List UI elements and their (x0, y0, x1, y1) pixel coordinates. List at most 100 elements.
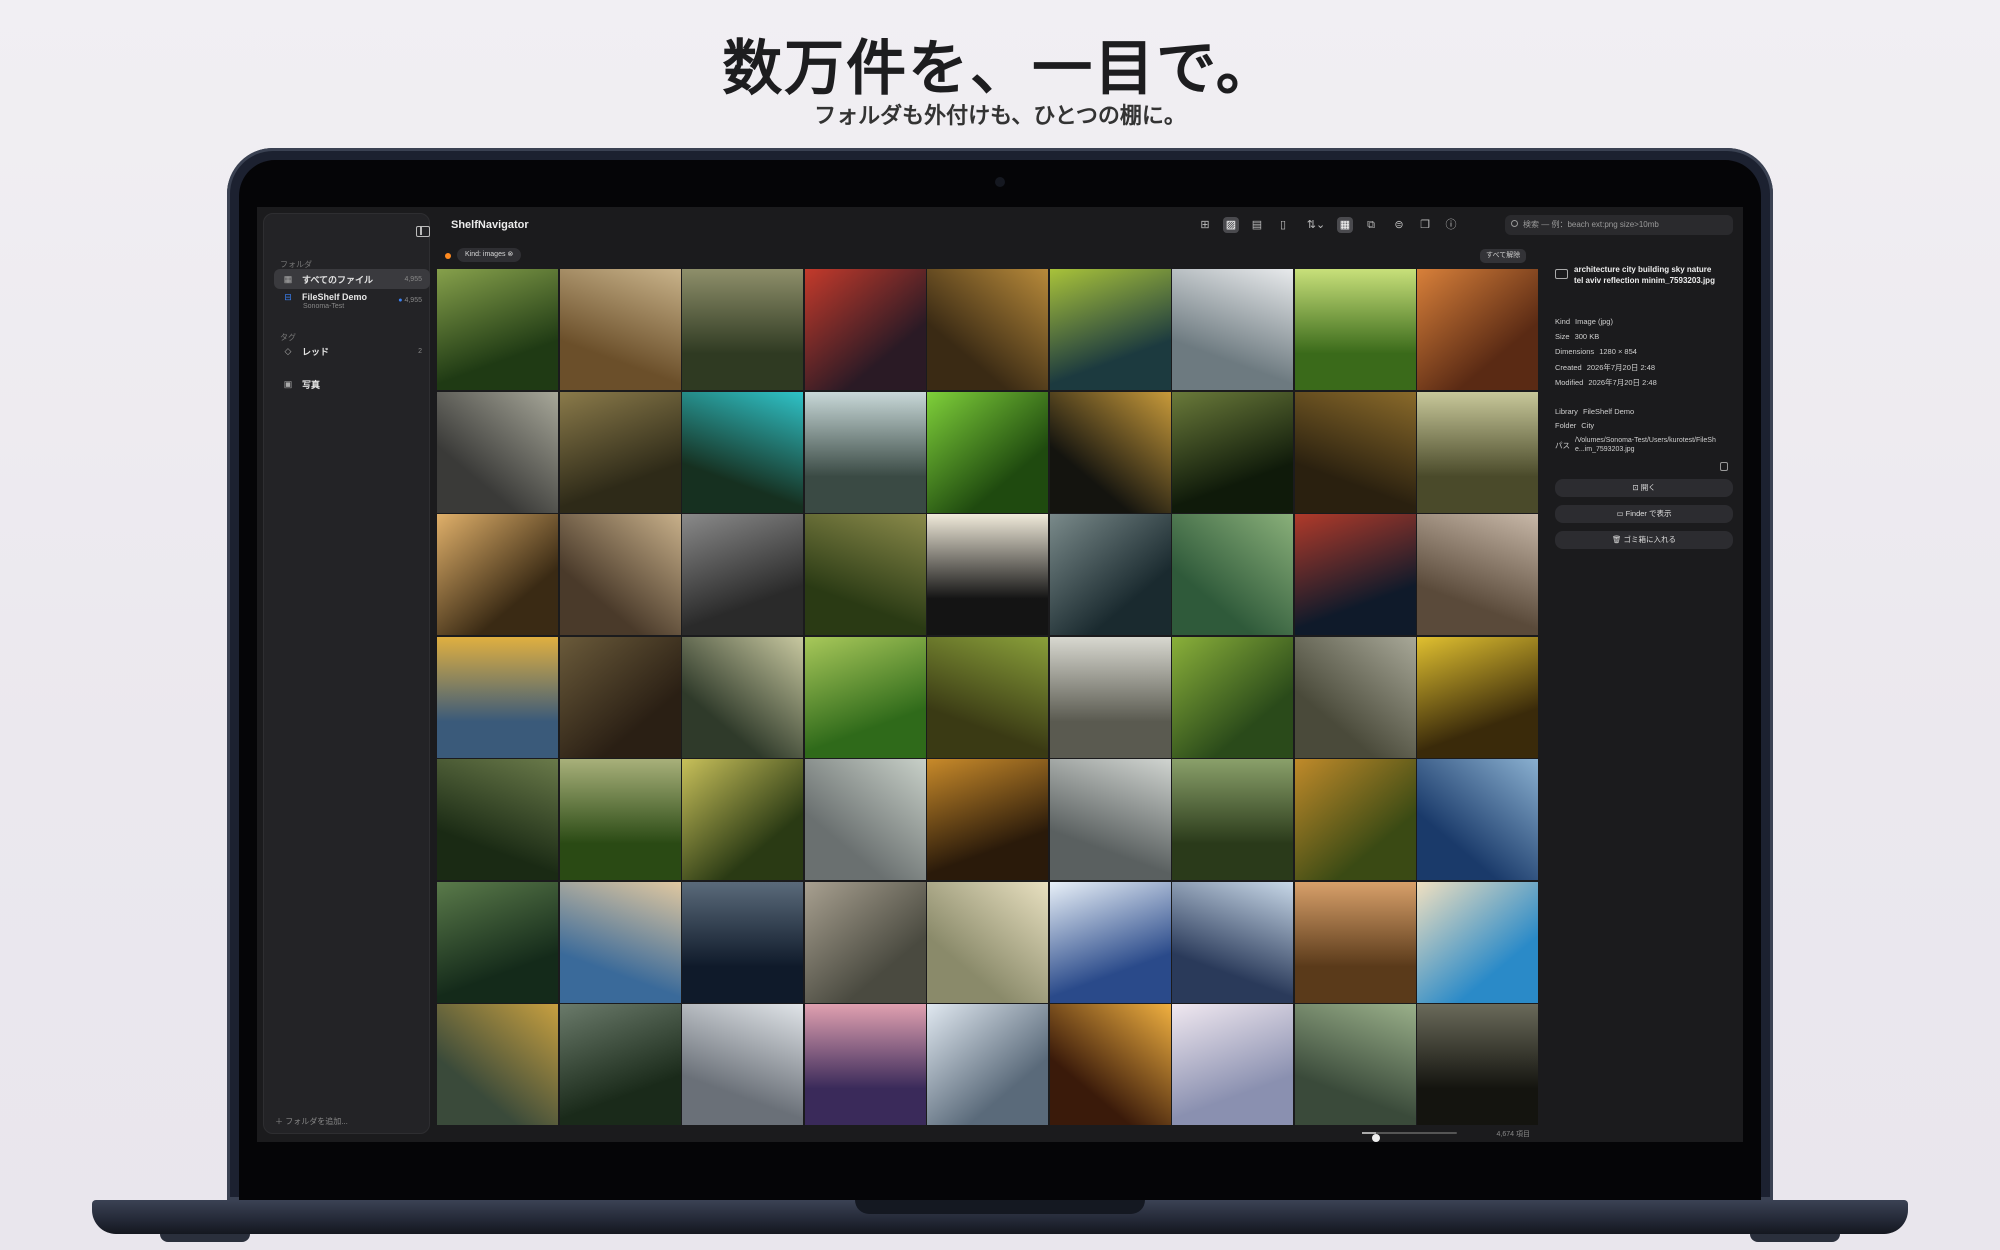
thumbnail-tile[interactable] (437, 391, 558, 513)
thumbnail-tile[interactable] (559, 269, 681, 390)
thumbnail-tile[interactable] (927, 881, 1048, 1003)
thumbnail-tile[interactable] (1049, 514, 1171, 635)
thumbnail-tile[interactable] (804, 881, 926, 1003)
thumbnail-tile[interactable] (559, 759, 681, 880)
thumbnail-tile[interactable] (804, 391, 926, 513)
thumbnail-tile[interactable] (1417, 269, 1538, 390)
thumbnail-tile[interactable] (927, 1004, 1048, 1125)
thumbnail-tile[interactable] (682, 269, 803, 390)
filmstrip-view-icon[interactable]: ▤ (1249, 217, 1265, 233)
thumbnail-tile[interactable] (437, 636, 558, 758)
inspector-modified: Modified 2026年7月20日 2:48 (1555, 378, 1657, 387)
thumbnail-tile[interactable] (1417, 759, 1538, 880)
sidebar-item-photos[interactable]: ▣ 写真 (274, 374, 430, 394)
thumbnail-tile[interactable] (437, 759, 558, 880)
sidebar-item-count: 2 (418, 347, 422, 355)
document-view-icon[interactable]: ▯ (1275, 217, 1291, 233)
thumbnail-tile[interactable] (682, 759, 803, 880)
thumbnail-tile[interactable] (1417, 1004, 1538, 1125)
thumbnail-tile[interactable] (437, 514, 558, 635)
thumbnail-tile[interactable] (804, 514, 926, 635)
thumbnail-tile[interactable] (804, 636, 926, 758)
thumbnail-tile[interactable] (1172, 269, 1293, 390)
thumbnail-tile[interactable] (804, 1004, 926, 1125)
open-button[interactable]: ⊡ 開く (1555, 479, 1733, 497)
inspector-kind: Kind Image (jpg) (1555, 317, 1613, 326)
thumbnail-tile[interactable] (1172, 391, 1293, 513)
zoom-slider-knob[interactable] (1372, 1134, 1381, 1142)
sidebar-item-tag-red[interactable]: ◇ レッド 2 (274, 341, 430, 361)
filter-chip-kind[interactable]: Kind: images ⊗ (457, 248, 522, 262)
thumbnail-tile[interactable] (682, 391, 803, 513)
thumbnail-tile[interactable] (1172, 514, 1293, 635)
thumbnail-tile[interactable] (1417, 391, 1538, 513)
thumbnail-tile[interactable] (804, 759, 926, 880)
thumbnail-tile[interactable] (437, 1004, 558, 1125)
hero-subtitle: フォルダも外付けも、ひとつの棚に。 (814, 104, 1186, 129)
add-folder-button[interactable]: ＋ フォルダを追加... (275, 1116, 348, 1127)
thumbnail-grid-icon[interactable]: ▦ (1337, 217, 1353, 233)
sidebar-item-fileshelf-demo[interactable]: ⊟ FileShelf Demo Sonoma-Test ● 4,955 (274, 289, 430, 317)
thumbnail-tile[interactable] (804, 269, 926, 390)
info-icon[interactable]: ⓘ (1443, 217, 1459, 233)
thumbnail-tile[interactable] (1294, 636, 1416, 758)
folder-icon: ▭ (1616, 509, 1626, 518)
thumbnail-tile[interactable] (1294, 881, 1416, 1003)
move-to-trash-button[interactable]: 🗑 ゴミ箱に入れる (1555, 531, 1733, 549)
thumbnail-tile[interactable] (1417, 636, 1538, 758)
thumbnail-tile[interactable] (1049, 881, 1171, 1003)
thumbnail-tile[interactable] (1049, 269, 1171, 390)
thumbnail-tile[interactable] (1294, 514, 1416, 635)
thumbnail-tile[interactable] (1294, 1004, 1416, 1125)
show-in-finder-button[interactable]: ▭ Finder で表示 (1555, 505, 1733, 523)
image-view-icon[interactable]: ▨ (1223, 217, 1239, 233)
thumbnail-tile[interactable] (927, 269, 1048, 390)
thumbnail-tile[interactable] (927, 636, 1048, 758)
thumbnail-tile[interactable] (1049, 1004, 1171, 1125)
thumbnail-tile[interactable] (1172, 881, 1293, 1003)
sidebar-toggle-icon[interactable] (416, 226, 430, 237)
thumbnail-tile[interactable] (1294, 269, 1416, 390)
inspector-folder: Folder City (1555, 421, 1595, 430)
zoom-slider[interactable] (1362, 1132, 1457, 1142)
thumbnail-tile[interactable] (559, 391, 681, 513)
thumbnail-tile[interactable] (682, 881, 803, 1003)
thumbnail-tile[interactable] (682, 636, 803, 758)
thumbnail-tile[interactable] (437, 269, 558, 390)
filter-icon[interactable]: ⊜ (1391, 217, 1407, 233)
thumbnail-tile[interactable] (437, 881, 558, 1003)
thumbnail-tile[interactable] (1049, 759, 1171, 880)
thumbnail-tile[interactable] (1417, 514, 1538, 635)
copy-path-icon[interactable] (1720, 462, 1728, 471)
sort-icon[interactable]: ⇅⌄ (1303, 217, 1329, 233)
thumbnail-tile[interactable] (927, 391, 1048, 513)
thumbnail-tile[interactable] (682, 514, 803, 635)
camera-icon (995, 177, 1005, 187)
thumbnail-tile[interactable] (1294, 759, 1416, 880)
thumbnail-tile[interactable] (1049, 391, 1171, 513)
copy-icon[interactable]: ❐ (1417, 217, 1433, 233)
thumbnail-tile[interactable] (1172, 636, 1293, 758)
thumbnail-tile[interactable] (927, 514, 1048, 635)
thumbnail-tile[interactable] (559, 514, 681, 635)
clear-all-button[interactable]: すべて解除 (1480, 249, 1527, 263)
thumbnail-tile[interactable] (927, 759, 1048, 880)
thumbnail-tile[interactable] (559, 881, 681, 1003)
overlap-view-icon[interactable]: ⧉ (1363, 217, 1379, 233)
thumbnail-tile[interactable] (1417, 881, 1538, 1003)
search-icon (1511, 220, 1518, 227)
trash-icon: 🗑 (1611, 535, 1624, 544)
thumbnail-tile[interactable] (559, 1004, 681, 1125)
thumbnail-tile[interactable] (1172, 1004, 1293, 1125)
thumbnail-tile[interactable] (1172, 759, 1293, 880)
image-file-icon (1555, 269, 1568, 279)
thumbnail-tile[interactable] (682, 1004, 803, 1125)
thumbnail-tile[interactable] (1294, 391, 1416, 513)
photos-icon: ▣ (283, 379, 293, 389)
search-placeholder: 検索 — 例：beach ext:png size>10mb (1523, 220, 1659, 229)
sidebar-item-all-files[interactable]: ▦ すべてのファイル 4,955 (274, 269, 430, 289)
thumbnail-tile[interactable] (1049, 636, 1171, 758)
search-input[interactable]: 検索 — 例：beach ext:png size>10mb (1505, 215, 1733, 235)
grid-view-icon[interactable]: ⊞ (1197, 217, 1213, 233)
thumbnail-tile[interactable] (559, 636, 681, 758)
